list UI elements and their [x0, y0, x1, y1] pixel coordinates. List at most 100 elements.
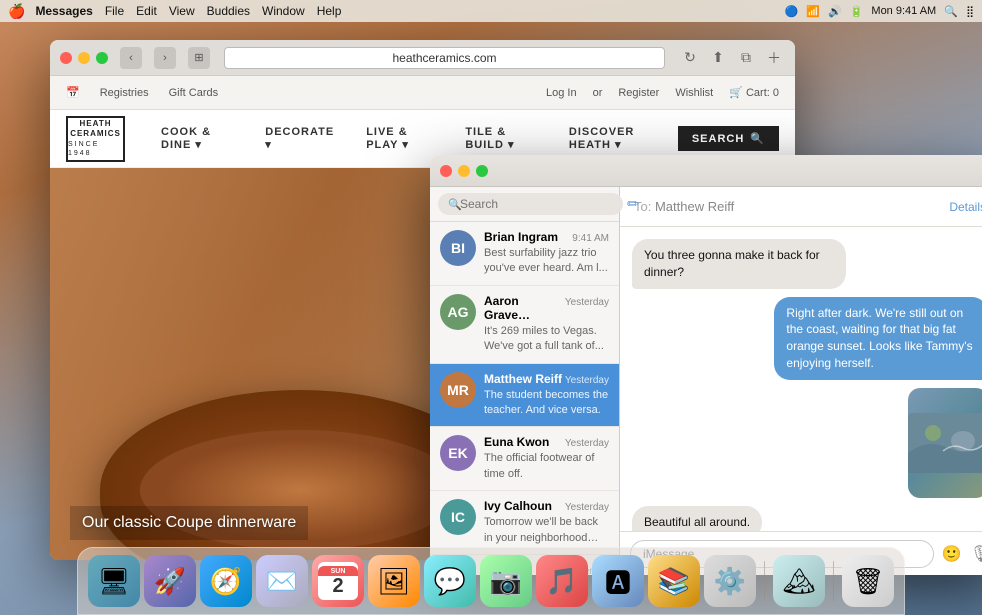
cart-link[interactable]: 🛒 Cart: 0	[729, 86, 779, 99]
heath-menu: COOK & DINE ▾ DECORATE ▾ LIVE & PLAY ▾ T…	[145, 126, 678, 151]
apple-menu[interactable]: 🍎	[8, 3, 25, 20]
dock: 🖥 🚀 🧭 ✉️ SUN 2 🖼 💬 📷 🎵 🅰 📚 ⚙️ 🏔 🗑	[77, 547, 905, 615]
ibooks-icon[interactable]: 📚	[648, 555, 700, 607]
conv-time: 9:41 AM	[572, 233, 609, 244]
heath-search-button[interactable]: SEARCH 🔍	[678, 126, 779, 151]
login-link[interactable]: Log In	[546, 87, 577, 99]
conv-preview: It's 269 miles to Vegas. We've got a ful…	[484, 324, 609, 355]
wishlist-link[interactable]: Wishlist	[675, 87, 713, 99]
messages-minimize-button[interactable]	[458, 165, 470, 177]
menubar-right: 🔵 📶 🔊 🔋 Mon 9:41 AM 🔍 ⣿	[785, 5, 974, 18]
finder-icon[interactable]: 🖥	[88, 555, 140, 607]
messages-maximize-button[interactable]	[476, 165, 488, 177]
dock-separator	[764, 561, 765, 601]
music-icon[interactable]: 🎵	[536, 555, 588, 607]
conv-preview: The official footwear of time off.	[484, 451, 609, 482]
heath-top-nav: 📅 Registries Gift Cards Log In or Regist…	[50, 76, 795, 110]
message-row: You three gonna make it back for dinner?	[632, 239, 982, 289]
menu-edit[interactable]: Edit	[136, 4, 157, 18]
photos-icon[interactable]: 🖼	[368, 555, 420, 607]
calendar-icon[interactable]: SUN 2	[312, 555, 364, 607]
launchpad-icon[interactable]: 🚀	[144, 555, 196, 607]
avatar: AG	[440, 294, 476, 330]
conv-time: Yesterday	[565, 375, 609, 386]
compose-button[interactable]: ✏	[627, 193, 640, 215]
tabview-button[interactable]: ⊞	[188, 47, 210, 69]
facetime-icon[interactable]: 📷	[480, 555, 532, 607]
conv-preview: Best surfability jazz trio you've ever h…	[484, 246, 609, 277]
refresh-button[interactable]: ↻	[679, 47, 701, 69]
search-input[interactable]	[438, 193, 623, 215]
calendar-icon-nav: 📅	[66, 86, 80, 99]
register-link[interactable]: Register	[618, 87, 659, 99]
messages-icon[interactable]: 💬	[424, 555, 476, 607]
battery-icon: 🔋	[850, 5, 864, 18]
menu-buddies[interactable]: Buddies	[207, 4, 250, 18]
chat-recipient: To: Matthew Reiff	[634, 199, 734, 214]
volume-icon: 🔊	[828, 5, 842, 18]
conv-preview: The student becomes the teacher. And vic…	[484, 388, 609, 419]
safari-icon[interactable]: 🧭	[200, 555, 252, 607]
conv-name: Aaron Grave…	[484, 294, 565, 322]
maximize-button[interactable]	[96, 52, 108, 64]
messages-close-button[interactable]	[440, 165, 452, 177]
hero-caption: Our classic Coupe dinnerware	[70, 506, 308, 540]
search-menubar-icon[interactable]: 🔍	[944, 5, 958, 18]
conv-time: Yesterday	[565, 297, 609, 308]
emoji-button[interactable]: 🙂	[942, 544, 962, 564]
conversation-item[interactable]: IC Ivy Calhoun Yesterday Tomorrow we'll …	[430, 491, 619, 555]
heath-logo[interactable]: HEATH CERAMICS SINCE 1948	[66, 116, 125, 162]
avatar: MR	[440, 372, 476, 408]
audio-button[interactable]: 🎙	[970, 544, 982, 564]
heath-menu-decorate[interactable]: DECORATE ▾	[249, 126, 350, 151]
appstore-icon[interactable]: 🅰	[592, 555, 644, 607]
photos-landscape-icon[interactable]: 🏔	[773, 555, 825, 607]
systemprefs-icon[interactable]: ⚙️	[704, 555, 756, 607]
close-button[interactable]	[60, 52, 72, 64]
conv-name: Brian Ingram	[484, 230, 558, 244]
heath-menu-tilebuild[interactable]: TILE & BUILD ▾	[449, 126, 553, 151]
conversation-content: Brian Ingram 9:41 AM Best surfability ja…	[484, 230, 609, 277]
search-icon: 🔍	[750, 132, 765, 145]
trash-icon[interactable]: 🗑	[842, 555, 894, 607]
chat-area: To: Matthew Reiff Details You three gonn…	[620, 187, 982, 575]
conversation-item[interactable]: AG Aaron Grave… Yesterday It's 269 miles…	[430, 286, 619, 364]
addtab-button[interactable]: ＋	[763, 47, 785, 69]
heath-nav-right: Log In or Register Wishlist 🛒 Cart: 0	[546, 86, 779, 99]
conversation-content: Aaron Grave… Yesterday It's 269 miles to…	[484, 294, 609, 355]
conversation-content: Matthew Reiff Yesterday The student beco…	[484, 372, 609, 419]
minimize-button[interactable]	[78, 52, 90, 64]
heath-menu-discover[interactable]: DISCOVER HEATH ▾	[553, 126, 678, 151]
url-bar[interactable]: heathceramics.com	[224, 47, 665, 69]
avatar: BI	[440, 230, 476, 266]
message-bubble: You three gonna make it back for dinner?	[632, 239, 846, 289]
menu-view[interactable]: View	[169, 4, 195, 18]
share-button[interactable]: ⬆	[707, 47, 729, 69]
details-button[interactable]: Details	[949, 200, 982, 214]
chat-header: To: Matthew Reiff Details	[620, 187, 982, 227]
registries-link[interactable]: Registries	[100, 87, 149, 99]
gift-cards-link[interactable]: Gift Cards	[169, 87, 219, 99]
avatar: IC	[440, 499, 476, 535]
or-text: or	[593, 87, 603, 99]
heath-menu-cook[interactable]: COOK & DINE ▾	[145, 126, 249, 151]
menu-file[interactable]: File	[105, 4, 124, 18]
conversation-item[interactable]: EK Euna Kwon Yesterday The official foot…	[430, 427, 619, 491]
messages-sidebar: 🔍 ✏ BI Brian Ingram 9:41 AM Best surfabi…	[430, 187, 620, 575]
back-button[interactable]: ‹	[120, 47, 142, 69]
message-bubble: Right after dark. We're still out on the…	[774, 297, 982, 380]
mail-icon[interactable]: ✉️	[256, 555, 308, 607]
forward-button[interactable]: ›	[154, 47, 176, 69]
message-image	[908, 388, 982, 498]
conversation-item-active[interactable]: MR Matthew Reiff Yesterday The student b…	[430, 364, 619, 428]
menu-window[interactable]: Window	[262, 4, 305, 18]
conversation-item[interactable]: BI Brian Ingram 9:41 AM Best surfability…	[430, 222, 619, 286]
menu-help[interactable]: Help	[317, 4, 342, 18]
message-row	[632, 388, 982, 498]
heath-menu-liveplay[interactable]: LIVE & PLAY ▾	[350, 126, 449, 151]
multiwindow-icon[interactable]: ⣿	[966, 5, 974, 18]
newwindow-button[interactable]: ⧉	[735, 47, 757, 69]
chat-messages: You three gonna make it back for dinner?…	[620, 227, 982, 531]
app-name[interactable]: Messages	[35, 4, 92, 18]
messages-titlebar	[430, 155, 982, 187]
